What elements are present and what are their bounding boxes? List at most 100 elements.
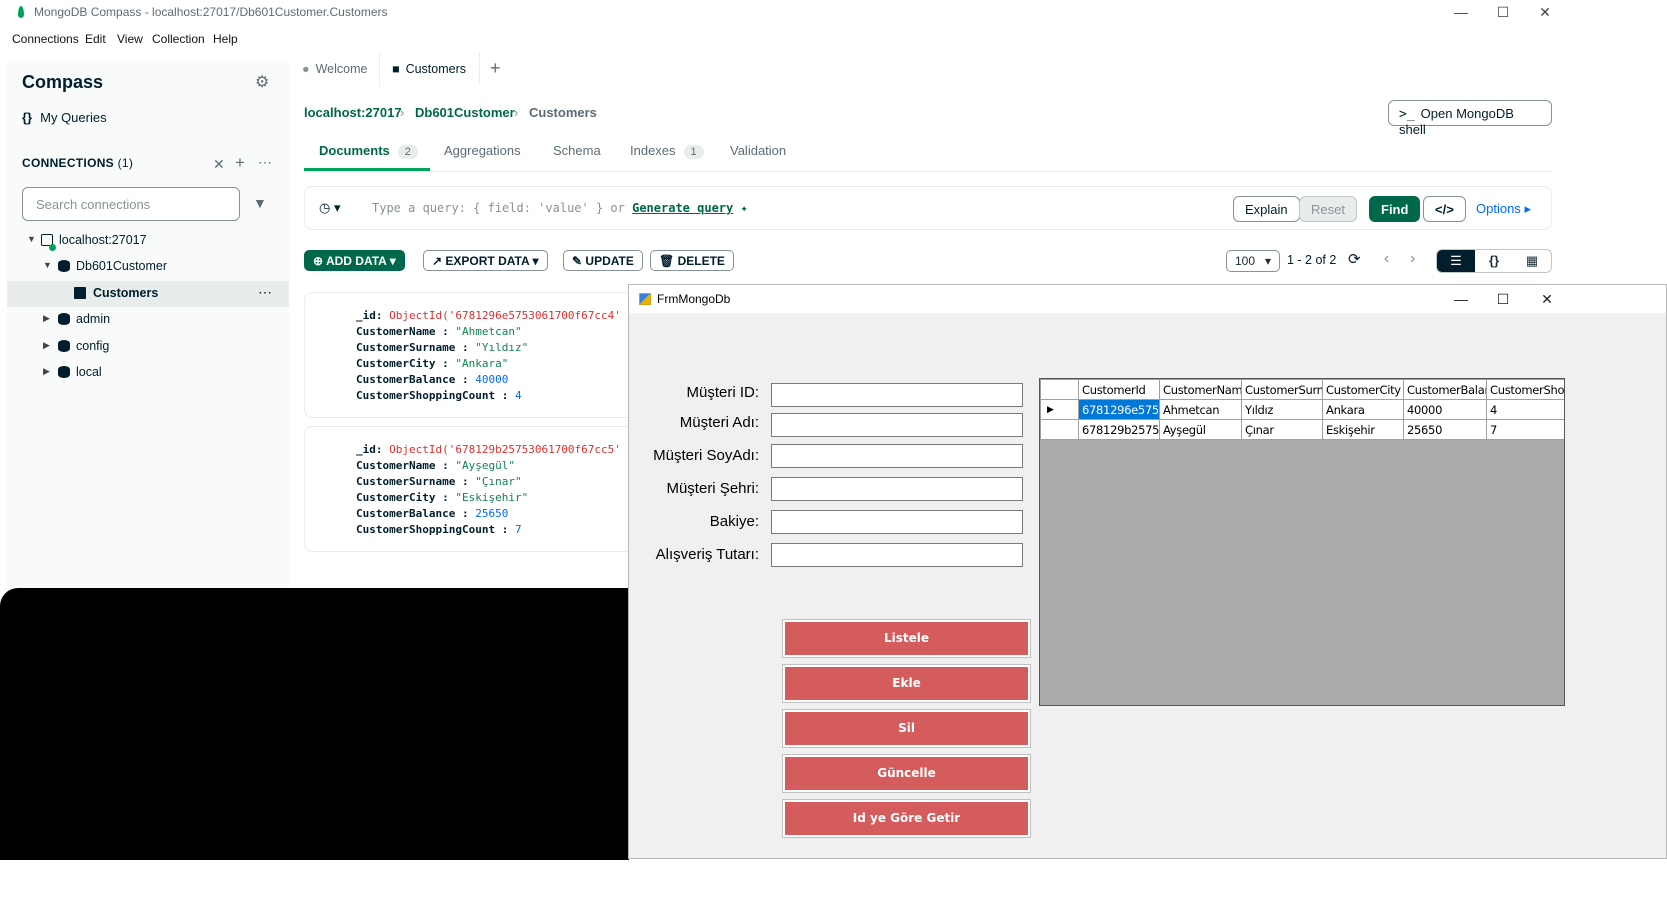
maximize-icon[interactable]: ☐ xyxy=(1480,0,1526,26)
column-header[interactable]: CustomerSurnam xyxy=(1241,379,1323,400)
menu-view[interactable]: View xyxy=(117,32,143,46)
breadcrumb-db[interactable]: Db601Customer xyxy=(415,105,515,120)
get-by-id-button[interactable]: Id ye Göre Getir xyxy=(782,799,1031,838)
delete-button[interactable]: Sil xyxy=(782,709,1031,748)
new-tab-button[interactable]: + xyxy=(482,52,512,86)
doc-id-line: _id: ObjectId('678129b25753061700f67cc5' xyxy=(356,443,621,456)
query-input[interactable]: Type a query: { field: 'value' } or Gene… xyxy=(372,201,748,215)
field-value: ObjectId('678129b25753061700f67cc5' xyxy=(389,443,621,456)
refresh-icon[interactable]: ⟳ xyxy=(1348,250,1361,268)
menu-edit[interactable]: Edit xyxy=(85,32,106,46)
database-icon xyxy=(58,313,70,325)
grid-cell[interactable]: Yıldız xyxy=(1241,399,1323,420)
menu-help[interactable]: Help xyxy=(213,32,238,46)
export-data-button[interactable]: ↗ EXPORT DATA ▾ xyxy=(423,250,548,271)
reset-button[interactable]: Reset xyxy=(1299,196,1357,222)
column-header[interactable]: CustomerName xyxy=(1159,379,1242,400)
grid-cell[interactable]: 4 xyxy=(1486,399,1564,420)
add-data-button[interactable]: ⊕ ADD DATA ▾ xyxy=(304,250,405,271)
form-minimize-icon[interactable]: — xyxy=(1439,287,1483,311)
tab-documents[interactable]: Documents 2 xyxy=(319,143,418,159)
filter-icon[interactable]: ▼ xyxy=(253,195,267,211)
prev-page-icon[interactable]: ‹ xyxy=(1384,250,1389,268)
customer-name-field[interactable] xyxy=(771,413,1023,437)
customer-id-field[interactable] xyxy=(771,383,1023,407)
add-connection-icon[interactable]: + xyxy=(235,153,245,173)
query-history-icon[interactable]: ◷ ▾ xyxy=(319,200,340,216)
tree-item-host[interactable]: ▼ localhost:27017 xyxy=(7,228,289,254)
tree-item-collection[interactable]: Customers ⋯ xyxy=(7,281,289,307)
customer-surname-field[interactable] xyxy=(771,444,1023,468)
tab-aggregations[interactable]: Aggregations xyxy=(444,143,521,158)
grid-cell[interactable]: Ahmetcan xyxy=(1159,399,1242,420)
customer-city-field[interactable] xyxy=(771,477,1023,501)
my-queries-link[interactable]: {} My Queries xyxy=(22,110,107,125)
tree-item-config[interactable]: ▶ config xyxy=(7,334,289,360)
more-options-icon[interactable]: ⋯ xyxy=(258,154,272,171)
menu-connections[interactable]: Connections xyxy=(12,32,79,46)
code-view-icon[interactable]: </> xyxy=(1423,196,1466,222)
grid-cell[interactable]: 7 xyxy=(1486,419,1564,440)
doc-surname-line: CustomerSurname : "Çınar" xyxy=(356,475,522,488)
settings-gear-icon[interactable]: ⚙ xyxy=(255,72,269,92)
find-button[interactable]: Find xyxy=(1369,196,1421,222)
delete-button[interactable]: 🗑 DELETE xyxy=(650,250,734,271)
list-button[interactable]: Listele xyxy=(782,619,1031,658)
next-page-icon[interactable]: › xyxy=(1410,250,1415,268)
page-size-select[interactable]: 100 ▾ xyxy=(1226,250,1280,272)
caret-right-icon[interactable]: ▶ xyxy=(43,313,50,324)
grid-cell[interactable]: Çınar xyxy=(1241,419,1323,440)
tree-item-local[interactable]: ▶ local xyxy=(7,360,289,386)
options-toggle[interactable]: Options ▸ xyxy=(1476,201,1531,217)
caret-right-icon[interactable]: ▶ xyxy=(43,340,50,351)
collapse-all-icon[interactable]: ✕ xyxy=(213,156,225,173)
row-header[interactable] xyxy=(1040,419,1079,440)
tab-welcome[interactable]: ● Welcome xyxy=(290,52,380,86)
add-button[interactable]: Ekle xyxy=(782,664,1031,703)
breadcrumb-host[interactable]: localhost:27017 xyxy=(304,105,402,120)
grid-cell[interactable]: 678129b2575... xyxy=(1078,419,1160,440)
menu-collection[interactable]: Collection xyxy=(152,32,205,46)
table-row[interactable]: 678129b2575... Ayşegül Çınar Eskişehir 2… xyxy=(1040,419,1564,440)
close-icon[interactable]: ✕ xyxy=(1522,0,1568,26)
collection-more-icon[interactable]: ⋯ xyxy=(258,284,272,301)
update-button[interactable]: ✎ UPDATE xyxy=(563,250,643,271)
grid-cell[interactable]: 25650 xyxy=(1403,419,1487,440)
update-button[interactable]: Güncelle xyxy=(782,754,1031,793)
shopping-amount-field[interactable] xyxy=(771,543,1023,567)
column-header[interactable]: CustomerShoppi xyxy=(1486,379,1564,400)
column-header[interactable]: CustomerBalanc xyxy=(1403,379,1487,400)
tab-validation[interactable]: Validation xyxy=(730,143,786,158)
generate-query-link[interactable]: Generate query xyxy=(632,201,733,215)
list-view-icon[interactable]: ☰ xyxy=(1437,250,1475,272)
chevron-right-icon: › xyxy=(514,105,519,120)
grid-cell[interactable]: Ankara xyxy=(1322,399,1404,420)
caret-down-icon[interactable]: ▼ xyxy=(43,260,52,270)
form-maximize-icon[interactable]: ☐ xyxy=(1481,287,1525,311)
column-header[interactable]: CustomerId xyxy=(1078,379,1160,400)
json-view-icon[interactable]: {} xyxy=(1475,250,1513,272)
tree-item-db[interactable]: ▼ Db601Customer xyxy=(7,254,289,280)
grid-cell[interactable]: Eskişehir xyxy=(1322,419,1404,440)
form-close-icon[interactable]: ✕ xyxy=(1525,287,1569,311)
table-view-icon[interactable]: ▦ xyxy=(1513,250,1551,272)
customers-datagrid[interactable]: CustomerId CustomerName CustomerSurnam C… xyxy=(1039,378,1565,706)
caret-down-icon[interactable]: ▼ xyxy=(27,234,36,244)
explain-button[interactable]: Explain xyxy=(1233,196,1300,222)
column-header[interactable]: CustomerCity xyxy=(1322,379,1404,400)
minimize-icon[interactable]: — xyxy=(1438,0,1484,26)
tab-customers[interactable]: ■ Customers xyxy=(380,52,480,86)
document-card[interactable]: _id: ObjectId('678129b25753061700f67cc5'… xyxy=(304,426,634,552)
grid-cell[interactable]: 6781296e575... xyxy=(1078,399,1160,420)
search-connections-input[interactable]: Search connections xyxy=(22,187,240,221)
caret-right-icon[interactable]: ▶ xyxy=(43,366,50,377)
balance-field[interactable] xyxy=(771,510,1023,534)
tree-item-admin[interactable]: ▶ admin xyxy=(7,307,289,333)
document-card[interactable]: _id: ObjectId('6781296e5753061700f67cc4'… xyxy=(304,292,634,418)
grid-cell[interactable]: 40000 xyxy=(1403,399,1487,420)
tab-indexes[interactable]: Indexes 1 xyxy=(630,143,704,159)
tab-schema[interactable]: Schema xyxy=(553,143,601,158)
table-row[interactable]: ▶ 6781296e575... Ahmetcan Yıldız Ankara … xyxy=(1040,399,1564,420)
open-shell-button[interactable]: >_ Open MongoDB shell xyxy=(1388,100,1552,137)
grid-cell[interactable]: Ayşegül xyxy=(1159,419,1242,440)
